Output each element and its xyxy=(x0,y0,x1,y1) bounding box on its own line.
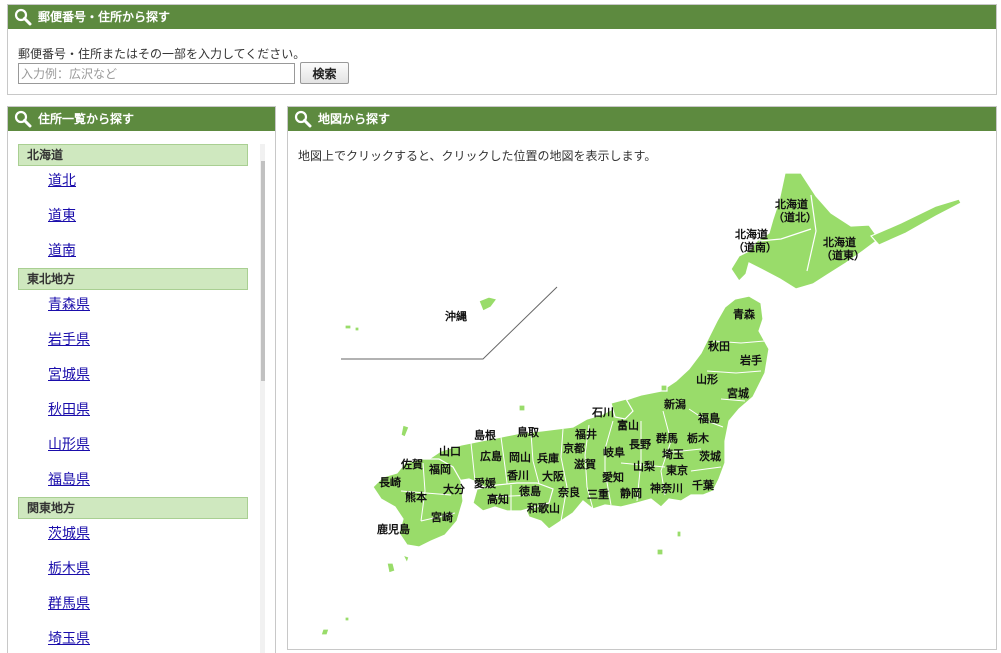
pref-link-miyagi[interactable]: 宮城県 xyxy=(48,367,90,383)
pref-link-aomori[interactable]: 青森県 xyxy=(48,297,90,313)
okinawa-inset-frame xyxy=(341,286,558,360)
address-list-panel: 住所一覧から探す 北海道 道北 道東 道南 東北地方 青森県 岩手県 宮城県 秋… xyxy=(7,106,276,653)
list-item: 秋田県 xyxy=(18,398,265,433)
scroll-thumb[interactable] xyxy=(261,161,265,381)
label-fukushima: 福島 xyxy=(697,411,720,425)
label-okinawa: 沖縄 xyxy=(445,309,467,323)
list-item: 福島県 xyxy=(18,468,265,497)
pref-link-dohoku[interactable]: 道北 xyxy=(48,173,76,189)
label-iwate: 岩手 xyxy=(739,353,762,367)
label-shizuoka: 静岡 xyxy=(620,486,642,500)
label-yamagata: 山形 xyxy=(696,372,718,386)
postal-search-title: 郵便番号・住所から探す xyxy=(38,10,171,24)
label-nagano: 長野 xyxy=(629,438,651,451)
label-fukui: 福井 xyxy=(574,427,597,441)
label-fukuoka: 福岡 xyxy=(428,462,451,476)
label-nara: 奈良 xyxy=(557,485,580,499)
list-item: 道南 xyxy=(18,239,265,268)
pref-link-ibaraki[interactable]: 茨城県 xyxy=(48,526,90,542)
pref-link-fukushima[interactable]: 福島県 xyxy=(48,472,90,488)
label-hokkaido-south-1: 北海道 xyxy=(735,227,768,241)
label-toyama: 富山 xyxy=(617,418,639,432)
postal-search-header: 郵便番号・住所から探す xyxy=(8,5,996,29)
list-item: 道北 xyxy=(18,169,265,204)
label-shimane: 島根 xyxy=(474,428,497,442)
label-kagoshima: 鹿児島 xyxy=(377,522,410,536)
label-kanagawa: 神奈川 xyxy=(650,481,683,495)
label-nagasaki: 長崎 xyxy=(379,475,401,489)
label-hyogo: 兵庫 xyxy=(537,451,559,465)
address-list-header: 住所一覧から探す xyxy=(8,107,275,131)
label-okayama: 岡山 xyxy=(509,450,531,464)
postal-search-panel: 郵便番号・住所から探す 郵便番号・住所またはその一部を入力してください。 検索 xyxy=(7,4,997,95)
search-icon xyxy=(14,8,32,26)
label-hokkaido-east-1: 北海道 xyxy=(823,235,856,249)
region-tohoku: 東北地方 xyxy=(18,268,248,290)
label-saga: 佐賀 xyxy=(400,457,423,471)
label-hokkaido-south-2: （道南） xyxy=(733,240,777,254)
list-item: 群馬県 xyxy=(18,592,265,627)
pref-link-akita[interactable]: 秋田県 xyxy=(48,402,90,418)
address-list-scroll[interactable]: 北海道 道北 道東 道南 東北地方 青森県 岩手県 宮城県 秋田県 山形県 福島… xyxy=(18,144,265,653)
postal-search-description: 郵便番号・住所またはその一部を入力してください。 xyxy=(18,47,306,61)
list-item: 栃木県 xyxy=(18,557,265,592)
label-tokyo: 東京 xyxy=(666,463,688,477)
region-kanto: 関東地方 xyxy=(18,497,248,519)
label-tottori: 鳥取 xyxy=(517,425,539,439)
label-yamaguchi: 山口 xyxy=(439,444,461,458)
label-miyagi: 宮城 xyxy=(727,386,749,400)
search-icon xyxy=(14,110,32,128)
label-wakayama: 和歌山 xyxy=(527,501,560,515)
label-shiga: 滋賀 xyxy=(574,457,596,471)
label-yamanashi: 山梨 xyxy=(633,459,656,473)
pref-link-tochigi[interactable]: 栃木県 xyxy=(48,561,90,577)
region-hokkaido: 北海道 xyxy=(18,144,248,166)
pref-link-saitama[interactable]: 埼玉県 xyxy=(48,631,90,647)
label-akita: 秋田 xyxy=(708,339,730,353)
pref-link-gunma[interactable]: 群馬県 xyxy=(48,596,90,612)
list-item: 青森県 xyxy=(18,293,265,328)
label-chiba: 千葉 xyxy=(692,478,715,492)
list-scrollbar[interactable]: ▲ xyxy=(260,144,265,653)
list-item: 岩手県 xyxy=(18,328,265,363)
label-aichi: 愛知 xyxy=(602,470,624,484)
scroll-up-arrow-icon[interactable]: ▲ xyxy=(260,144,266,160)
pref-link-doto[interactable]: 道東 xyxy=(48,208,76,224)
pref-link-donan[interactable]: 道南 xyxy=(48,243,76,259)
label-hokkaido-north-1: 北海道 xyxy=(775,197,808,211)
label-hiroshima: 広島 xyxy=(480,449,502,463)
label-hokkaido-east-2: （道東） xyxy=(821,248,865,262)
label-kochi: 高知 xyxy=(487,492,509,506)
list-item: 山形県 xyxy=(18,433,265,468)
list-item: 道東 xyxy=(18,204,265,239)
label-kyoto: 京都 xyxy=(563,441,585,455)
label-tokushima: 徳島 xyxy=(518,484,541,498)
list-item: 茨城県 xyxy=(18,522,265,557)
search-input[interactable] xyxy=(18,63,295,84)
label-hokkaido-north-2: （道北） xyxy=(773,210,817,224)
label-gifu: 岐阜 xyxy=(603,445,625,459)
list-item: 宮城県 xyxy=(18,363,265,398)
pref-link-yamagata[interactable]: 山形県 xyxy=(48,437,90,453)
label-niigata: 新潟 xyxy=(664,397,686,411)
label-kagawa: 香川 xyxy=(506,468,529,482)
label-gunma: 群馬 xyxy=(655,431,678,445)
label-kumamoto: 熊本 xyxy=(405,490,427,504)
label-ibaraki: 茨城 xyxy=(699,449,721,463)
label-osaka: 大阪 xyxy=(542,469,565,483)
label-ishikawa: 石川 xyxy=(591,406,614,419)
label-mie: 三重 xyxy=(587,487,609,501)
label-oita: 大分 xyxy=(443,482,465,496)
pref-link-iwate[interactable]: 岩手県 xyxy=(48,332,90,348)
label-tochigi: 栃木 xyxy=(687,431,710,445)
japan-map[interactable]: 北海道 （道北） 北海道 （道東） 北海道 （道南） 沖縄 青森 秋田 岩手 山… xyxy=(288,107,996,649)
search-button[interactable]: 検索 xyxy=(300,62,349,84)
label-ehime: 愛媛 xyxy=(474,476,497,490)
map-panel: 地図から探す 地図上でクリックすると、クリックした位置の地図を表示します。 北海… xyxy=(287,106,997,650)
label-saitama: 埼玉 xyxy=(662,447,684,461)
label-aomori: 青森 xyxy=(733,307,756,321)
list-item: 埼玉県 xyxy=(18,627,265,653)
address-list-title: 住所一覧から探す xyxy=(38,112,135,126)
label-miyazaki: 宮崎 xyxy=(431,510,453,524)
